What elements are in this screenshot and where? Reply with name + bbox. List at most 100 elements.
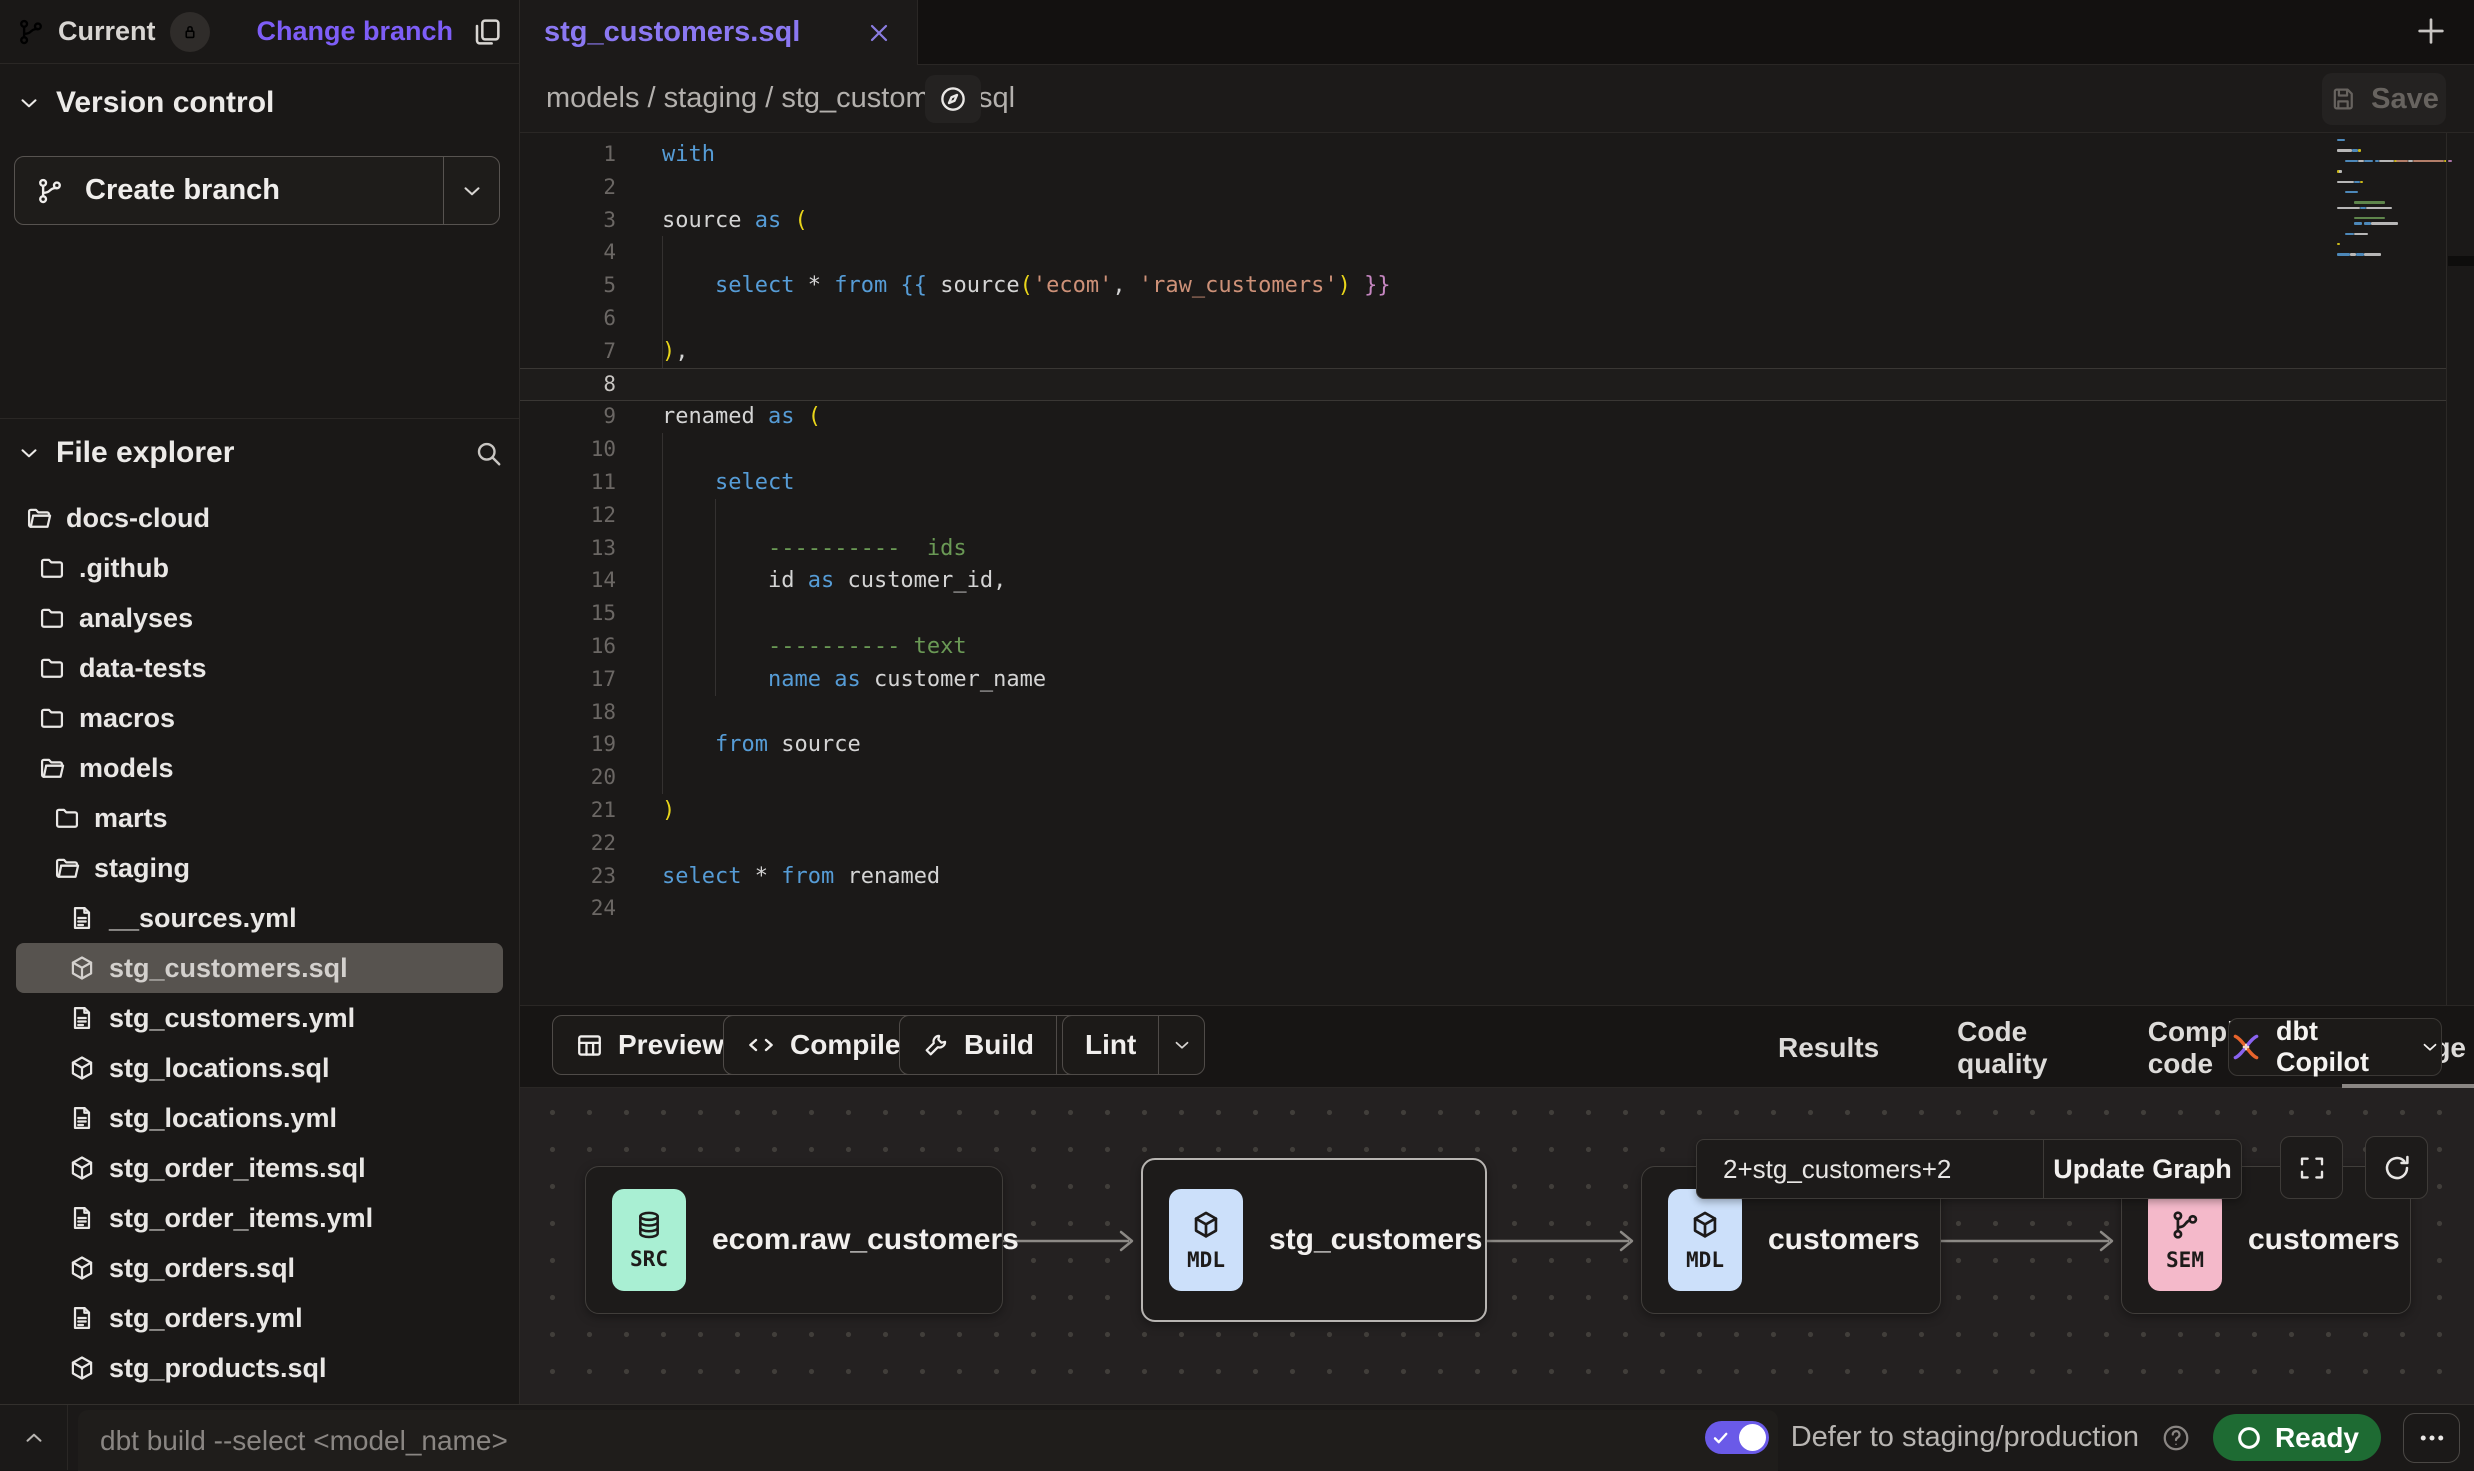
tab-stg-customers[interactable]: stg_customers.sql [520,0,918,65]
file-tree-item-data-tests[interactable]: data-tests [0,643,519,693]
file-tree-item--sources-yml[interactable]: __sources.yml [0,893,519,943]
node-title: customers [1768,1223,1920,1257]
graph-selector-input[interactable]: 2+stg_customers+2 [1697,1140,2043,1198]
code-line-20[interactable]: 20 [520,761,2446,794]
file-name: stg_orders.yml [109,1303,303,1334]
ellipsis-icon [2417,1423,2447,1453]
save-button[interactable]: Save [2322,73,2446,125]
code-line-6[interactable]: 6 [520,302,2446,335]
minimap-line [2337,181,2354,183]
minimap-line [2345,160,2358,162]
more-options-button[interactable] [2403,1413,2460,1463]
code-editor[interactable]: 1with23source as (45 select * from {{ so… [520,133,2474,1005]
copy-icon[interactable] [471,16,503,48]
lineage-node-ecom-raw-customers[interactable]: SRCecom.raw_customers [585,1166,1003,1314]
lineage-node-stg-customers[interactable]: MDLstg_customers [1141,1158,1487,1322]
file-tree-item-stg-locations-sql[interactable]: stg_locations.sql [0,1043,519,1093]
code-line-24[interactable]: 24 [520,892,2446,925]
lineage-canvas[interactable]: SRCecom.raw_customersMDLstg_customersMDL… [520,1088,2474,1404]
code-line-21[interactable]: 21) [520,794,2446,827]
file-tree-item-staging[interactable]: staging [0,843,519,893]
file-tree-item-docs-cloud[interactable]: docs-cloud [0,493,519,543]
preview-button[interactable]: Preview [552,1015,747,1075]
help-icon[interactable] [2161,1423,2191,1453]
code-line-5[interactable]: 5 select * from {{ source('ecom', 'raw_c… [520,269,2446,302]
code-line-18[interactable]: 18 [520,696,2446,729]
collapse-panel-button[interactable] [0,1405,68,1470]
file-tree-item-stg-customers-yml[interactable]: stg_customers.yml [0,993,519,1043]
code-line-11[interactable]: 11 select [520,466,2446,499]
file-tree-item-stg-orders-sql[interactable]: stg_orders.sql [0,1243,519,1293]
code-line-14[interactable]: 14 id as customer_id, [520,564,2446,597]
file-tree-item-stg-orders-yml[interactable]: stg_orders.yml [0,1293,519,1343]
fullscreen-button[interactable] [2280,1136,2343,1199]
lint-dropdown[interactable] [1158,1016,1204,1074]
dbt-copilot-button[interactable]: dbt Copilot [2228,1018,2442,1076]
code-line-2[interactable]: 2 [520,171,2446,204]
code-line-12[interactable]: 12 [520,499,2446,532]
git-branch-icon [16,17,46,47]
code-line-4[interactable]: 4 [520,236,2446,269]
file-tree-item-analyses[interactable]: analyses [0,593,519,643]
create-branch-button[interactable]: Create branch [14,156,500,225]
minimap-line [2337,207,2360,209]
code-line-1[interactable]: 1with [520,138,2446,171]
status-badge-ready[interactable]: Ready [2213,1414,2381,1461]
navigate-button[interactable] [925,75,981,123]
version-control-header[interactable]: Version control [16,86,274,120]
file-name: stg_locations.sql [109,1053,330,1084]
file-tree-item-macros[interactable]: macros [0,693,519,743]
panel-tab-code-quality[interactable]: Code quality [1949,1006,2078,1089]
minimap-line [2408,160,2412,162]
file-tree-item-stg-products-sql[interactable]: stg_products.sql [0,1343,519,1393]
file-name: data-tests [79,653,207,684]
minimap-line [2358,149,2361,151]
code-line-22[interactable]: 22 [520,827,2446,860]
save-label: Save [2371,83,2439,116]
update-graph-button[interactable]: Update Graph [2043,1140,2241,1198]
node-title: ecom.raw_customers [712,1223,1019,1257]
file-tree-item-marts[interactable]: marts [0,793,519,843]
code-line-8[interactable]: 8 [520,368,2446,401]
create-branch-dropdown[interactable] [443,157,499,224]
folder-open-icon [25,504,53,532]
file-tree-item--github[interactable]: .github [0,543,519,593]
file-tree-item-stg-customers-sql[interactable]: stg_customers.sql [16,943,503,993]
code-line-9[interactable]: 9renamed as ( [520,400,2446,433]
file-tree-item-stg-order-items-yml[interactable]: stg_order_items.yml [0,1193,519,1243]
file-tree-item-stg-order-items-sql[interactable]: stg_order_items.sql [0,1143,519,1193]
command-input[interactable]: dbt build --select <model_name> [100,1425,508,1457]
folder-icon [38,604,66,632]
search-icon[interactable] [473,438,503,468]
command-bar[interactable]: dbt build --select <model_name> [78,1410,1778,1471]
code-text: select [662,466,794,499]
file-explorer-header[interactable]: File explorer [16,431,503,475]
refresh-button[interactable] [2365,1136,2428,1199]
close-icon[interactable] [865,19,893,47]
file-name: stg_products.sql [109,1353,327,1384]
lint-button[interactable]: Lint [1062,1015,1205,1075]
code-line-7[interactable]: 7), [520,335,2446,368]
code-line-3[interactable]: 3source as ( [520,204,2446,237]
code-line-23[interactable]: 23select * from renamed [520,860,2446,893]
defer-toggle[interactable] [1705,1421,1769,1454]
code-line-15[interactable]: 15 [520,597,2446,630]
code-line-13[interactable]: 13 ---------- ids [520,532,2446,565]
change-branch-link[interactable]: Change branch [256,16,453,47]
panel-tab-results[interactable]: Results [1770,1006,1887,1089]
file-name: staging [94,853,190,884]
code-line-10[interactable]: 10 [520,433,2446,466]
file-tree-item-stg-locations-yml[interactable]: stg_locations.yml [0,1093,519,1143]
file-tree-item-models[interactable]: models [0,743,519,793]
file-name: stg_orders.sql [109,1253,295,1284]
minimap[interactable] [2337,139,2441,209]
node-badge-sem: SEM [2148,1189,2222,1291]
compile-button[interactable]: Compile [723,1015,923,1075]
line-number: 12 [520,499,616,532]
new-tab-button[interactable] [2414,14,2448,48]
code-line-17[interactable]: 17 name as customer_name [520,663,2446,696]
code-line-16[interactable]: 16 ---------- text [520,630,2446,663]
node-title: customers [2248,1223,2400,1257]
folder-open-icon [53,854,81,882]
code-line-19[interactable]: 19 from source [520,728,2446,761]
